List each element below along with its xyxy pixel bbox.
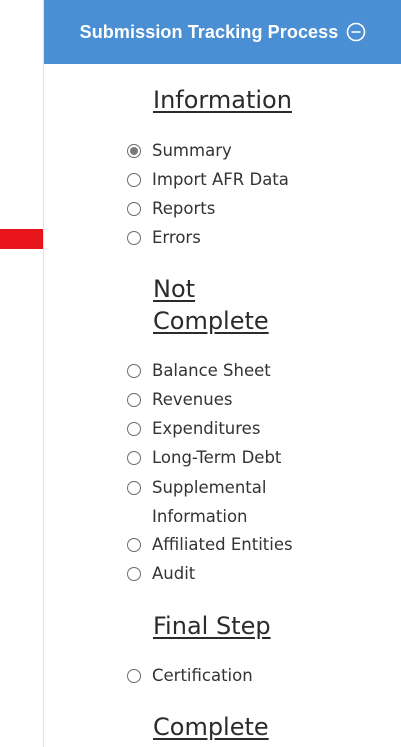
radio-button[interactable] — [127, 364, 141, 378]
radio-label: Long-Term Debt — [152, 448, 282, 467]
radio-button[interactable] — [127, 481, 141, 495]
radio-item-import-afr-data[interactable]: Import AFR Data — [127, 165, 302, 194]
radio-label: Import AFR Data — [152, 170, 289, 189]
panel-header: Submission Tracking Process — [44, 0, 401, 64]
radio-button[interactable] — [127, 669, 141, 683]
section-heading-complete-line: Complete — [153, 307, 269, 335]
radio-item-errors[interactable]: Errors — [127, 223, 302, 252]
radio-item-audit[interactable]: Audit — [127, 559, 302, 588]
radio-label: Certification — [152, 666, 253, 685]
radio-button[interactable] — [127, 202, 141, 216]
radio-button[interactable] — [127, 393, 141, 407]
radio-button[interactable] — [127, 538, 141, 552]
radio-label: Errors — [152, 228, 201, 247]
section-heading-information: Information — [153, 86, 292, 114]
radio-label: Balance Sheet — [152, 361, 271, 380]
radio-item-certification[interactable]: Certification — [127, 661, 302, 690]
radio-item-summary[interactable]: Summary — [127, 136, 302, 165]
radio-label: Summary — [152, 141, 232, 160]
radio-label: Audit — [152, 564, 196, 583]
radio-item-balance-sheet[interactable]: Balance Sheet — [127, 356, 302, 385]
radio-item-expenditures[interactable]: Expenditures — [127, 414, 302, 443]
section-heading-not: Not — [153, 275, 196, 303]
radio-label: Expenditures — [152, 419, 261, 438]
section-heading-final-step: Final Step — [153, 612, 271, 640]
radio-label: Reports — [152, 199, 216, 218]
radio-button[interactable] — [127, 231, 141, 245]
radio-item-supplemental-information[interactable]: Supplemental Information — [127, 473, 282, 531]
collapse-circle-minus-icon[interactable] — [346, 22, 366, 42]
radio-item-affiliated-entities[interactable]: Affiliated Entities — [127, 530, 302, 559]
section-heading-complete: Complete — [153, 713, 269, 741]
radio-item-reports[interactable]: Reports — [127, 194, 302, 223]
radio-button[interactable] — [127, 422, 141, 436]
radio-item-revenues[interactable]: Revenues — [127, 385, 302, 414]
radio-label: Revenues — [152, 390, 233, 409]
radio-button[interactable] — [127, 451, 141, 465]
radio-item-long-term-debt[interactable]: Long-Term Debt — [127, 443, 302, 472]
radio-label: Supplemental Information — [152, 478, 267, 526]
panel-title: Submission Tracking Process — [79, 21, 339, 42]
radio-label: Affiliated Entities — [152, 535, 293, 554]
radio-button[interactable] — [127, 173, 141, 187]
radio-selected[interactable] — [127, 144, 141, 158]
radio-button[interactable] — [127, 567, 141, 581]
